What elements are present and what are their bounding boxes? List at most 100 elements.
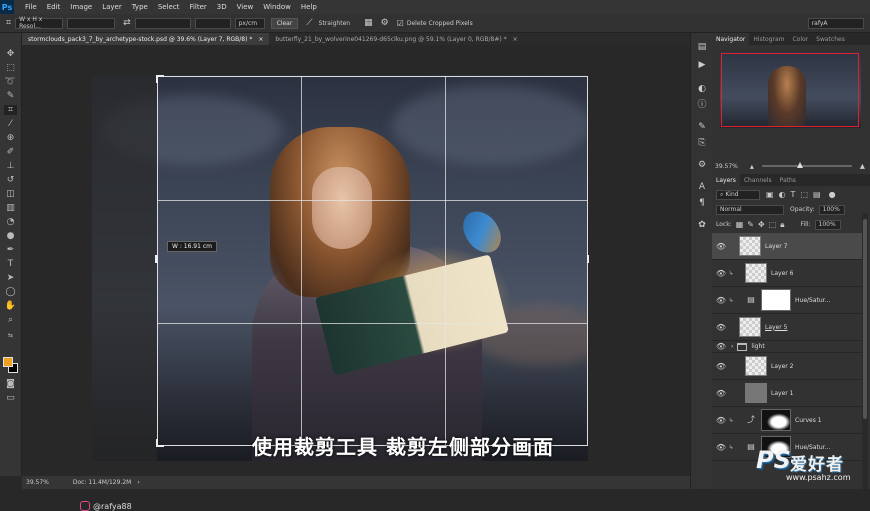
navigator-view-box[interactable] [721, 53, 859, 127]
layer-name[interactable]: Layer 7 [765, 243, 787, 250]
fill-field[interactable]: 100% [814, 219, 841, 230]
layer-mask-thumbnail[interactable] [761, 289, 791, 311]
path-select-tool-icon[interactable]: ➤ [4, 273, 17, 283]
tab-paths[interactable]: Paths [776, 174, 800, 186]
menu-layer[interactable]: Layer [97, 3, 127, 11]
gradient-tool-icon[interactable]: ▥ [4, 203, 17, 213]
crop-tool-preset-icon[interactable]: ⌗ [6, 18, 11, 28]
overlay-grid-icon[interactable]: ▦ [364, 18, 373, 28]
paragraph-icon[interactable]: ¶ [696, 197, 708, 209]
navigator-zoom-slider[interactable] [761, 162, 852, 168]
crop-handle-right[interactable] [587, 255, 589, 263]
swap-icon[interactable]: ⇄ [123, 18, 131, 28]
screen-mode-icon[interactable]: ▭ [4, 393, 17, 403]
menu-help[interactable]: Help [296, 3, 322, 11]
menu-image[interactable]: Image [65, 3, 97, 11]
menu-3d[interactable]: 3D [212, 3, 232, 11]
gear-icon[interactable]: ⚙ [381, 18, 389, 28]
clone-source-icon[interactable]: ⎘ [696, 137, 708, 149]
group-expand-icon[interactable]: › [731, 343, 733, 350]
layer-row-layer-6[interactable]: 👁︎ ↳ Layer 6 [712, 260, 862, 287]
doc-tab-butterfly[interactable]: butterfly_21_by_wolverine041269-d65clku.… [269, 33, 524, 45]
shape-filter-icon[interactable]: ⬚ [800, 190, 808, 199]
history-brush-tool-icon[interactable]: ↺ [4, 175, 17, 185]
tab-color[interactable]: Color [788, 33, 812, 45]
blur-tool-icon[interactable]: ◔ [4, 217, 17, 227]
actions-play-icon[interactable]: ▶ [696, 59, 708, 71]
layer-row-layer-2[interactable]: 👁︎ Layer 2 [712, 353, 862, 380]
tab-histogram[interactable]: Histogram [749, 33, 788, 45]
tab-layers[interactable]: Layers [712, 174, 740, 186]
straighten-label[interactable]: Straighten [319, 20, 350, 27]
tab-swatches[interactable]: Swatches [812, 33, 849, 45]
quick-select-tool-icon[interactable]: ✎ [4, 91, 17, 101]
menu-edit[interactable]: Edit [42, 3, 66, 11]
navigator-zoom-knob[interactable] [796, 162, 803, 168]
filter-toggle-icon[interactable]: ● [829, 190, 836, 199]
blend-mode-select[interactable]: Normal [716, 204, 784, 215]
zoom-tool-icon[interactable]: ⌕ [4, 315, 17, 325]
layer-row-layer-5[interactable]: 👁︎ Layer 5 [712, 314, 862, 341]
eye-icon[interactable]: 👁︎ [715, 443, 727, 452]
lasso-tool-icon[interactable]: ➰ [4, 77, 17, 87]
layer-name[interactable]: Layer 2 [771, 363, 793, 370]
crop-ratio-select[interactable]: W x H x Resol... [15, 16, 64, 30]
crop-rectangle[interactable] [155, 75, 589, 447]
reset-colors-icon[interactable]: ⇆ [4, 331, 17, 341]
dodge-tool-icon[interactable]: ● [4, 231, 17, 241]
canvas-area[interactable]: W : 16.91 cm @rafya88 [22, 45, 690, 511]
type-tool-icon[interactable]: T [4, 259, 17, 269]
hand-tool-icon[interactable]: ✋ [4, 301, 17, 311]
adjustment-filter-icon[interactable]: ◐ [779, 190, 786, 199]
tab-navigator[interactable]: Navigator [712, 33, 750, 45]
foreground-color-swatch[interactable] [3, 357, 13, 367]
lock-pixels-icon[interactable]: ✎ [747, 220, 754, 229]
menu-filter[interactable]: Filter [184, 3, 211, 11]
quick-mask-icon[interactable]: ◙ [4, 379, 17, 389]
marquee-tool-icon[interactable]: ⬚ [4, 63, 17, 73]
eye-icon[interactable]: 👁︎ [715, 416, 727, 425]
crop-handle-bottom-left[interactable] [156, 439, 158, 447]
info-icon[interactable]: ⓘ [696, 99, 708, 111]
smart-filter-icon[interactable]: ▤ [813, 190, 821, 199]
clear-button[interactable]: Clear [270, 17, 299, 29]
eye-icon[interactable]: 👁︎ [715, 242, 727, 251]
layer-name[interactable]: Curves 1 [795, 417, 822, 424]
doc-size-readout[interactable]: Doc: 11.4M/129.2M [73, 479, 131, 486]
delete-cropped-checkbox[interactable]: ☑ [397, 19, 404, 28]
layer-row-hue-sat[interactable]: 👁︎ ↳ ▤ Hue/Satur... [712, 287, 862, 314]
zoom-readout[interactable]: 39.57% [26, 479, 49, 486]
menu-type[interactable]: Type [127, 3, 153, 11]
width-field[interactable] [67, 17, 116, 29]
layer-name[interactable]: Hue/Satur... [795, 297, 830, 304]
height-field[interactable] [134, 17, 191, 29]
layer-row-layer-1[interactable]: 👁︎ Layer 1 [712, 380, 862, 407]
tab-channels[interactable]: Channels [740, 174, 776, 186]
crop-tool-icon[interactable]: ⌗ [4, 105, 17, 115]
layer-name[interactable]: Layer 6 [771, 270, 793, 277]
navigator-thumbnail[interactable] [720, 52, 861, 128]
layers-scroll-thumb[interactable] [863, 219, 867, 419]
doc-tab-stormclouds[interactable]: stormclouds_pack3_7_by_archetype-stock.p… [22, 33, 270, 45]
status-arrow-icon[interactable]: › [137, 479, 139, 486]
eye-icon[interactable]: 👁︎ [715, 342, 727, 351]
healing-tool-icon[interactable]: ⊕ [4, 133, 17, 143]
pen-tool-icon[interactable]: ✒ [4, 245, 17, 255]
lock-position-icon[interactable]: ✥ [758, 220, 765, 229]
eye-icon[interactable]: 👁︎ [715, 269, 727, 278]
kind-filter-select[interactable]: ⌕ Kind [716, 189, 760, 200]
eraser-tool-icon[interactable]: ◫ [4, 189, 17, 199]
adjustments-icon[interactable]: ◐ [696, 83, 708, 95]
close-icon[interactable]: × [513, 36, 518, 43]
zoom-out-icon[interactable]: ▴ [750, 162, 754, 171]
crop-handle-top-left[interactable] [156, 75, 158, 83]
layer-group-light[interactable]: 👁︎ › light [712, 341, 862, 353]
brush-tool-icon[interactable]: ✐ [4, 147, 17, 157]
eye-icon[interactable]: 👁︎ [715, 389, 727, 398]
layer-name[interactable]: Layer 1 [771, 390, 793, 397]
styles-icon[interactable]: ✿ [696, 219, 708, 231]
layer-name[interactable]: Layer 5 [765, 324, 787, 331]
resolution-field[interactable] [194, 17, 231, 29]
eyedropper-tool-icon[interactable]: ⁄ [4, 119, 17, 129]
lock-all-icon[interactable]: 🔒︎ [780, 220, 784, 230]
